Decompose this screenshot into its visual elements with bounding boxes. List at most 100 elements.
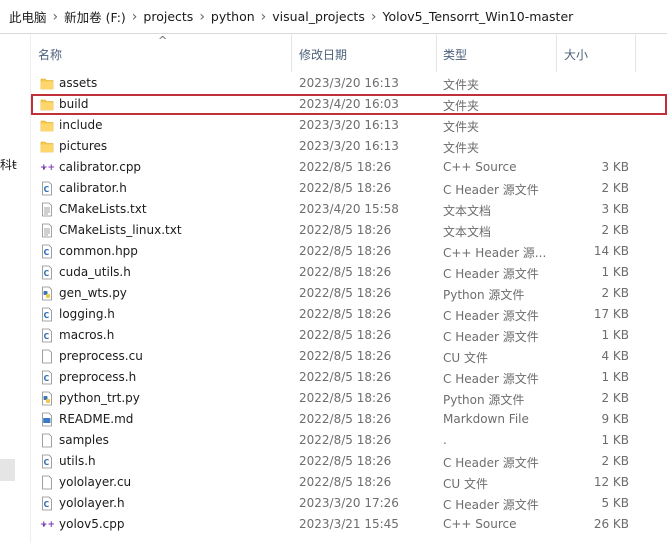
file-type: . — [443, 433, 447, 447]
file-type: 文本文档 — [443, 204, 492, 218]
file-row[interactable]: yololayer.cu 2022/8/5 18:26 CU 文件 12 KB — [31, 472, 667, 493]
file-row[interactable]: Cpreprocess.h 2022/8/5 18:26 C Header 源文件 1… — [31, 367, 667, 388]
file-name: calibrator.cpp — [59, 160, 142, 174]
folder-icon — [40, 76, 54, 91]
file-row[interactable]: assets 2023/3/20 16:13 文件夹 — [31, 73, 667, 94]
file-row[interactable]: ++ yolov5.cpp 2023/3/21 15:45 C++ Source 26 … — [31, 514, 667, 535]
markdown-file-icon — [40, 412, 54, 427]
file-modified-date: 2023/4/20 16:03 — [299, 97, 399, 111]
breadcrumb-separator-icon[interactable]: › — [259, 9, 269, 25]
sort-ascending-icon: ^ — [158, 34, 168, 47]
file-size: 3 KB — [601, 160, 629, 174]
text-file-icon — [40, 202, 54, 217]
file-modified-date: 2022/8/5 18:26 — [299, 454, 392, 468]
svg-text:++: ++ — [40, 520, 54, 530]
svg-text:++: ++ — [40, 163, 54, 173]
file-row[interactable]: Cyololayer.h 2023/3/20 17:26 C Header 源文件 5… — [31, 493, 667, 514]
file-modified-date: 2022/8/5 18:26 — [299, 307, 392, 321]
file-type: C Header 源文件 — [443, 183, 539, 197]
file-row[interactable]: samples 2022/8/5 18:26. 1 KB — [31, 430, 667, 451]
file-modified-date: 2022/8/5 18:26 — [299, 391, 392, 405]
file-name: preprocess.cu — [59, 349, 143, 363]
file-row[interactable]: include 2023/3/20 16:13 文件夹 — [31, 115, 667, 136]
file-name: common.hpp — [59, 244, 138, 258]
column-size[interactable]: 大小 — [564, 46, 588, 63]
file-modified-date: 2023/4/20 15:58 — [299, 202, 399, 216]
blank-file-icon — [40, 349, 54, 364]
file-row[interactable]: python_trt.py 2022/8/5 18:26 Python 源文件 2 K… — [31, 388, 667, 409]
file-row[interactable]: CMakeLists.txt 2023/4/20 15:58 文本文档 3 KB — [31, 199, 667, 220]
file-size: 9 KB — [601, 412, 629, 426]
file-row[interactable]: pictures 2023/3/20 16:13 文件夹 — [31, 136, 667, 157]
file-name: preprocess.h — [59, 370, 137, 384]
file-row[interactable]: CMakeLists_linux.txt 2022/8/5 18:26 文本文档 2 … — [31, 220, 667, 241]
file-row[interactable]: preprocess.cu 2022/8/5 18:26 CU 文件 4 KB — [31, 346, 667, 367]
file-name: assets — [59, 76, 98, 90]
column-name[interactable]: 名称 — [38, 46, 62, 63]
file-row[interactable]: gen_wts.py 2022/8/5 18:26 Python 源文件 2 KB — [31, 283, 667, 304]
file-modified-date: 2022/8/5 18:26 — [299, 286, 392, 300]
file-size: 12 KB — [593, 475, 629, 489]
file-name: CMakeLists.txt — [59, 202, 147, 216]
nav-item-label[interactable]: 科ŧ — [0, 156, 17, 173]
file-name: CMakeLists_linux.txt — [59, 223, 182, 237]
file-row[interactable]: Cmacros.h 2022/8/5 18:26 C Header 源文件 1 KB — [31, 325, 667, 346]
blank-file-icon — [40, 475, 54, 490]
file-row[interactable]: README.md 2022/8/5 18:26 Markdown File 9 KB — [31, 409, 667, 430]
file-row[interactable]: Ccuda_utils.h 2022/8/5 18:26 C Header 源文件 1… — [31, 262, 667, 283]
file-modified-date: 2022/8/5 18:26 — [299, 244, 392, 258]
file-row[interactable]: Cutils.h 2022/8/5 18:26 C Header 源文件 2 KB — [31, 451, 667, 472]
file-name: samples — [59, 433, 109, 447]
column-divider[interactable] — [436, 34, 437, 72]
file-size: 26 KB — [593, 517, 629, 531]
file-size: 17 KB — [593, 307, 629, 321]
column-divider[interactable] — [635, 34, 636, 72]
file-modified-date: 2022/8/5 18:26 — [299, 412, 392, 426]
file-size: 5 KB — [601, 496, 629, 510]
file-row[interactable]: ++ calibrator.cpp 2022/8/5 18:26 C++ Source… — [31, 157, 667, 178]
c-header-icon: C — [40, 328, 54, 343]
file-row[interactable]: build 2023/4/20 16:03 文件夹 — [31, 94, 667, 115]
column-divider[interactable] — [556, 34, 557, 72]
nav-selected-item[interactable] — [0, 459, 15, 481]
breadcrumb-item[interactable]: Yolov5_Tensorrt_Win10-master — [378, 9, 577, 24]
breadcrumb-separator-icon[interactable]: › — [130, 9, 140, 25]
file-type: C Header 源文件 — [443, 498, 539, 512]
file-type: C Header 源文件 — [443, 372, 539, 386]
text-file-icon — [40, 223, 54, 238]
file-name: calibrator.h — [59, 181, 127, 195]
file-name: yololayer.h — [59, 496, 125, 510]
c-header-icon: C — [40, 244, 54, 259]
file-type: 文件夹 — [443, 78, 480, 92]
file-modified-date: 2023/3/20 16:13 — [299, 76, 399, 90]
file-type: C Header 源文件 — [443, 309, 539, 323]
breadcrumb-item[interactable]: visual_projects — [268, 9, 369, 24]
breadcrumb-item[interactable]: python — [207, 9, 259, 24]
file-row[interactable]: Clogging.h 2022/8/5 18:26 C Header 源文件 17 K… — [31, 304, 667, 325]
column-type[interactable]: 类型 — [443, 46, 467, 63]
column-divider[interactable] — [291, 34, 292, 72]
breadcrumb-item[interactable]: projects — [139, 9, 197, 24]
breadcrumb-separator-icon[interactable]: › — [197, 9, 207, 25]
address-bar[interactable]: 此电脑 › 新加卷 (F:) › projects › python › visual_proj… — [0, 0, 667, 34]
breadcrumb-separator-icon[interactable]: › — [369, 9, 379, 25]
file-modified-date: 2023/3/20 17:26 — [299, 496, 399, 510]
file-size: 1 KB — [601, 433, 629, 447]
svg-text:C: C — [44, 248, 50, 257]
svg-text:C: C — [44, 185, 50, 194]
folder-icon — [40, 118, 54, 133]
file-size: 2 KB — [601, 181, 629, 195]
cpp-source-icon: ++ — [40, 160, 54, 175]
breadcrumb-item[interactable]: 此电脑 — [0, 7, 51, 26]
breadcrumb-separator-icon[interactable]: › — [51, 9, 61, 25]
file-size: 3 KB — [601, 202, 629, 216]
breadcrumb-item[interactable]: 新加卷 (F:) — [60, 7, 130, 26]
file-type: Python 源文件 — [443, 393, 525, 407]
file-name: yolov5.cpp — [59, 517, 125, 531]
column-date[interactable]: 修改日期 — [299, 46, 347, 63]
file-size: 1 KB — [601, 265, 629, 279]
file-size: 1 KB — [601, 370, 629, 384]
file-row[interactable]: Ccalibrator.h 2022/8/5 18:26 C Header 源文件 2… — [31, 178, 667, 199]
file-row[interactable]: Ccommon.hpp 2022/8/5 18:26 C++ Header 源...… — [31, 241, 667, 262]
file-modified-date: 2022/8/5 18:26 — [299, 223, 392, 237]
